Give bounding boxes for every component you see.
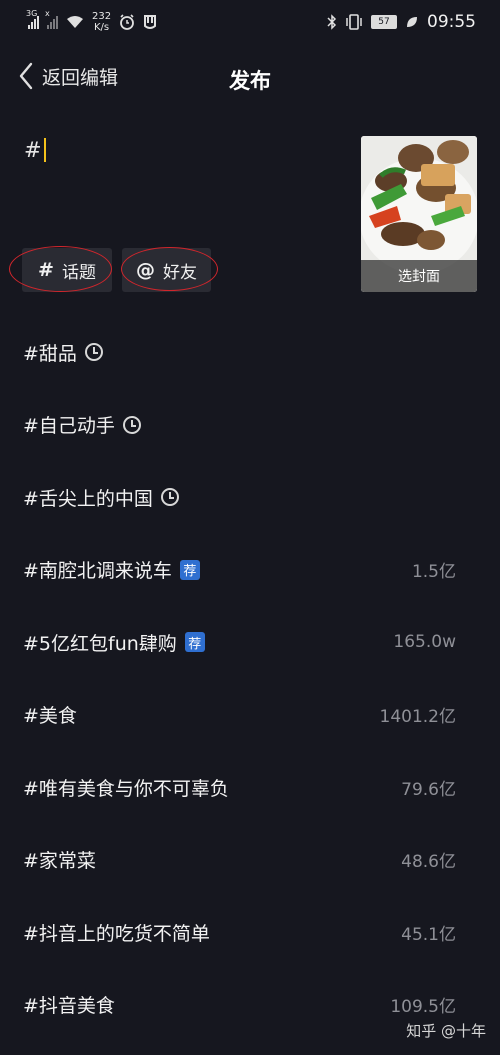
page-title: 发布 [229,69,271,93]
topic-count: 1.5亿 [411,562,456,583]
topic-list: #甜品 #自己动手 #舌尖上的中国 #南腔北调来说车 荐 1.5亿 #5亿红包f… [0,316,500,1041]
no-signal-mark: x [45,9,50,18]
wifi-icon [67,16,83,28]
signal-icon-2: x [45,9,58,29]
topic-text: #自己动手 [23,415,115,438]
topic-text: #甜品 [23,342,77,365]
nav-bar: 返回编辑 发布 [0,52,500,106]
net-speed-value: 232 [92,11,112,22]
topic-text: #5亿红包fun肆购 [23,632,177,655]
cover-selector[interactable]: 选封面 [361,136,477,292]
app-notification-icon [144,15,157,29]
status-left: 3G x 232 K/s [26,9,157,33]
topic-item[interactable]: #家常菜 48.6亿 [0,824,500,897]
topic-count: 165.0w [393,632,456,653]
topic-count: 1401.2亿 [379,707,456,728]
battery-icon: 57 [371,15,397,29]
bluetooth-icon [327,14,337,30]
topic-count: 109.5亿 [390,997,456,1018]
topic-count: 79.6亿 [401,779,456,800]
cover-label: 选封面 [361,260,477,292]
recommend-badge-icon: 荐 [179,559,200,580]
net-speed: 232 K/s [92,11,111,33]
topic-item[interactable]: #抖音上的吃货不简单 45.1亿 [0,896,500,969]
hashtag-icon: # [38,259,54,281]
clock-icon [160,488,179,507]
topic-count: 45.1亿 [401,924,456,945]
friend-chip-label: 好友 [163,262,197,283]
friend-chip-button[interactable]: @ 好友 [122,248,211,292]
topic-text: #南腔北调来说车 [23,560,172,583]
leaf-icon [407,17,417,27]
status-right: 57 09:55 [327,12,476,32]
status-bar: 3G x 232 K/s 57 09:55 [0,0,500,44]
topic-chip-button[interactable]: # 话题 [22,248,112,292]
text-caret [43,138,46,162]
clock-icon [122,415,141,434]
topic-item[interactable]: #美食 1401.2亿 [0,679,500,752]
topic-item[interactable]: #5亿红包fun肆购 荐 165.0w [0,606,500,679]
topic-item[interactable]: #甜品 [0,316,500,389]
clock-time: 09:55 [427,12,476,32]
topic-text: #家常菜 [23,850,96,873]
at-icon: @ [136,259,155,281]
topic-text: #抖音美食 [23,995,115,1018]
alarm-icon [120,14,134,30]
watermark-text: 知乎 @十年 [406,1022,486,1040]
topic-text: #舌尖上的中国 [23,487,153,510]
post-text-input[interactable]: # [24,138,46,162]
topic-item[interactable]: #舌尖上的中国 [0,461,500,534]
vibrate-icon [346,14,362,30]
watermark: 知乎 @十年 [406,1020,486,1041]
topic-item[interactable]: #南腔北调来说车 荐 1.5亿 [0,534,500,607]
topic-item[interactable]: #自己动手 [0,389,500,462]
topic-chip-label: 话题 [61,262,96,283]
topic-text: #唯有美食与你不可辜负 [23,777,229,800]
signal-icon: 3G [26,9,39,29]
battery-level: 57 [378,17,390,27]
topic-text: #抖音上的吃货不简单 [23,922,210,945]
recommend-badge-icon: 荐 [184,632,205,653]
network-type: 3G [26,9,38,18]
post-text-value: # [24,138,42,162]
net-speed-unit: K/s [93,22,110,33]
topic-count: 48.6亿 [401,852,456,873]
topic-item[interactable]: #唯有美食与你不可辜负 79.6亿 [0,751,500,824]
topic-text: #美食 [23,705,77,728]
clock-icon [84,343,103,362]
